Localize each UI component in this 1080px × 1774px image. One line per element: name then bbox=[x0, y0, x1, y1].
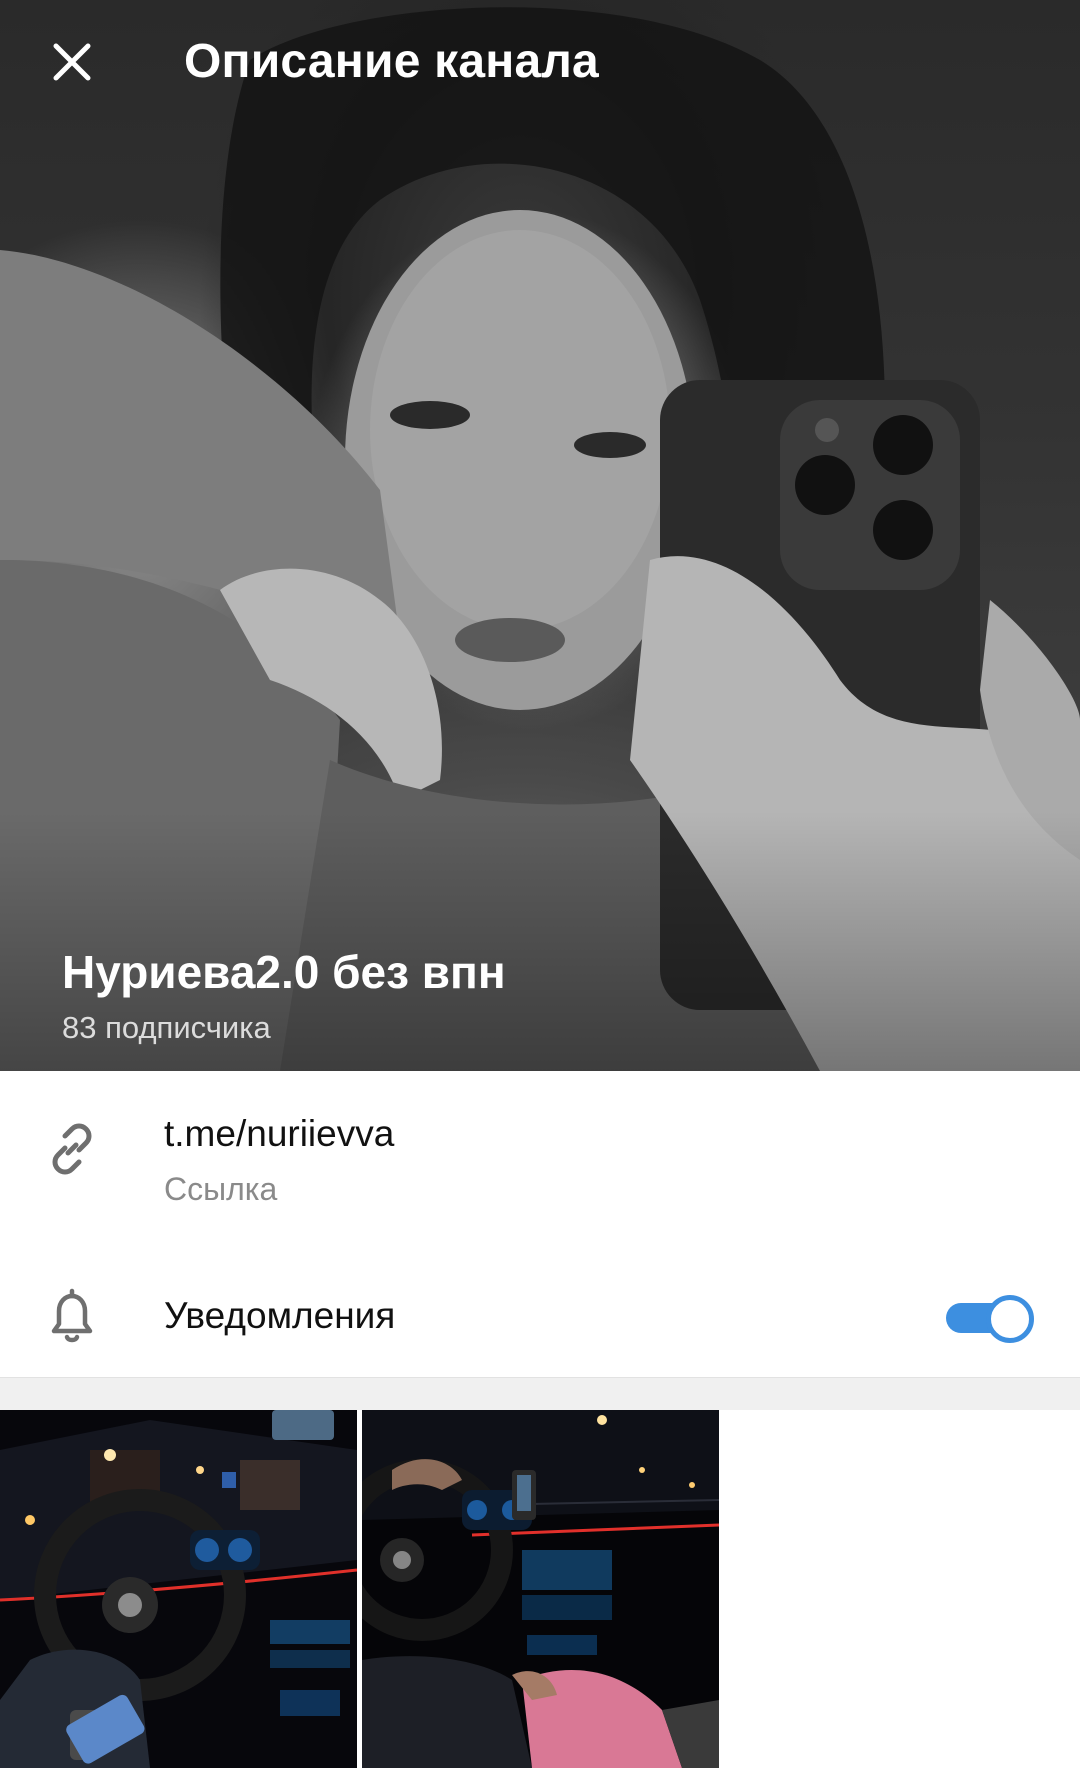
link-icon bbox=[40, 1117, 104, 1181]
bell-icon bbox=[40, 1285, 104, 1349]
channel-info-section: t.me/nuriievva Ссылка Уведомления bbox=[0, 1071, 1080, 1377]
close-icon bbox=[53, 43, 91, 81]
subscriber-count: 83 подписчика bbox=[62, 1010, 271, 1045]
notifications-toggle[interactable] bbox=[944, 1293, 1034, 1343]
close-button[interactable] bbox=[40, 30, 104, 94]
link-row[interactable]: t.me/nuriievva Ссылка bbox=[0, 1071, 1080, 1231]
toggle-knob bbox=[986, 1295, 1034, 1343]
channel-name: Нуриева2.0 без впн bbox=[62, 946, 506, 998]
page-title: Описание канала bbox=[184, 35, 599, 88]
media-thumb-car-interior-2[interactable] bbox=[362, 1410, 719, 1768]
media-thumb-car-interior-1[interactable] bbox=[0, 1410, 357, 1768]
notifications-label: Уведомления bbox=[164, 1295, 396, 1336]
channel-cover: Описание канала Нуриева2.0 без впн 83 по… bbox=[0, 0, 1080, 1071]
notifications-row[interactable]: Уведомления bbox=[0, 1261, 1080, 1371]
media-grid bbox=[0, 1410, 1080, 1774]
link-caption: Ссылка bbox=[164, 1171, 278, 1207]
channel-link[interactable]: t.me/nuriievva bbox=[164, 1111, 394, 1157]
section-divider bbox=[0, 1377, 1080, 1411]
